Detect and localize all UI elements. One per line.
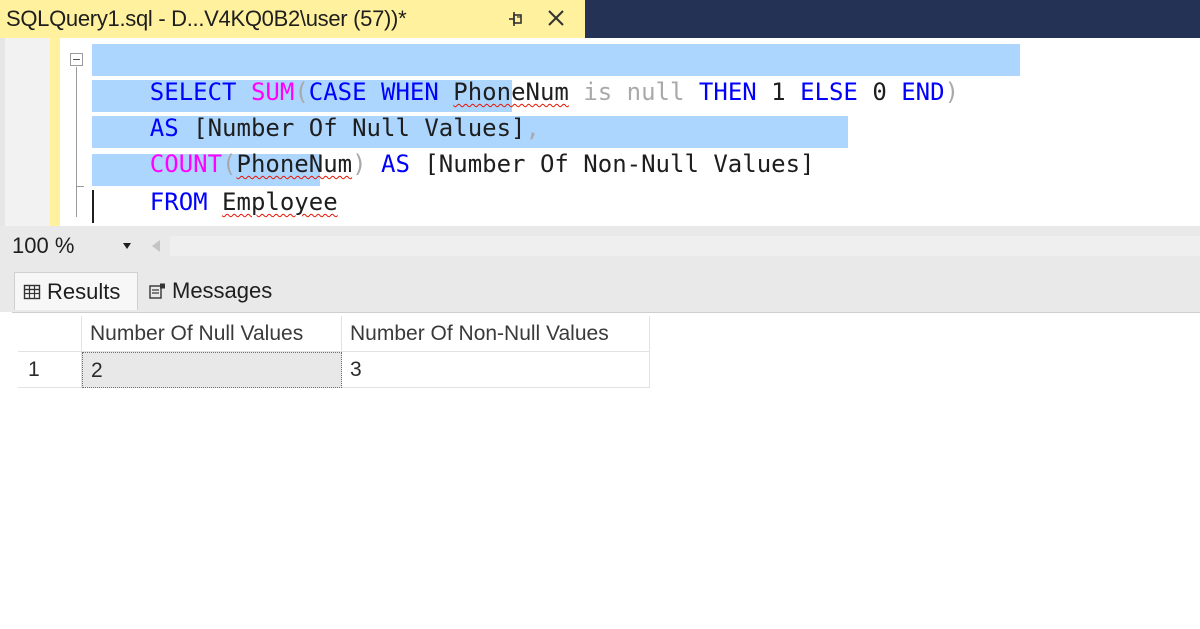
code-token: ) — [944, 78, 960, 106]
chevron-down-icon[interactable] — [122, 242, 132, 250]
code-token: , — [525, 114, 540, 142]
messages-icon — [149, 283, 165, 299]
code-token: ELSE — [800, 78, 858, 106]
collapse-region-icon[interactable] — [70, 53, 83, 66]
scroll-left-icon[interactable] — [150, 238, 162, 254]
code-token: AS — [381, 150, 410, 178]
column-header[interactable]: Number Of Null Values — [82, 316, 342, 352]
code-token: COUNT — [149, 150, 223, 178]
document-tab[interactable]: SQLQuery1.sql - D...V4KQ0B2\user (57))* — [0, 0, 585, 38]
selection-highlight — [92, 44, 1020, 76]
code-token: ( — [294, 78, 309, 106]
outline-line — [76, 67, 77, 217]
grid-cell[interactable]: 3 — [342, 352, 650, 388]
outline-tick — [76, 186, 84, 187]
code-token: FROM — [149, 188, 208, 216]
document-tab-title: SQLQuery1.sql - D...V4KQ0B2\user (57))* — [6, 6, 407, 31]
tab-results[interactable]: Results — [14, 272, 138, 310]
code-token: ) — [352, 150, 367, 178]
zoom-dropdown[interactable]: 100 % — [8, 231, 136, 261]
change-tracking-bar — [50, 38, 60, 226]
code-token: ( — [222, 150, 237, 178]
code-token: CASE — [308, 78, 367, 106]
code-token: is null — [583, 78, 685, 106]
code-token: WHEN — [381, 78, 439, 106]
zoom-value: 100 % — [12, 233, 75, 258]
horizontal-scrollbar[interactable] — [170, 236, 1200, 256]
code-token: [Number Of Null Values] — [178, 114, 526, 142]
grid-cell[interactable]: 2 — [82, 352, 342, 388]
code-token: SUM — [250, 78, 295, 106]
close-icon[interactable] — [544, 6, 568, 30]
grid-icon — [23, 284, 41, 299]
row-number[interactable]: 1 — [18, 352, 82, 388]
code-line-1[interactable]: SELECT SUM(CASE WHEN PhoneNum is null TH… — [92, 44, 1020, 106]
code-token: 1 — [756, 78, 801, 106]
code-token: PhoneNum — [453, 78, 569, 106]
tab-messages[interactable]: Messages — [142, 272, 292, 310]
code-token: SELECT — [149, 78, 237, 106]
grid-corner[interactable] — [18, 316, 82, 352]
code-token: Employee — [222, 188, 338, 216]
code-token: END — [901, 78, 945, 106]
tab-results-label: Results — [47, 278, 121, 304]
pin-icon[interactable] — [507, 9, 527, 29]
query-editor[interactable]: SELECT SUM(CASE WHEN PhoneNum is null TH… — [0, 38, 1200, 226]
text-caret — [92, 190, 94, 223]
code-token: AS — [149, 114, 179, 142]
code-token: PhoneNum — [236, 150, 353, 178]
tab-messages-label: Messages — [172, 278, 273, 303]
code-token: [Number Of Non-Null Values] — [409, 150, 815, 178]
code-token: THEN — [698, 78, 757, 106]
code-token: 0 — [857, 78, 902, 106]
column-header[interactable]: Number Of Non-Null Values — [342, 316, 650, 352]
line-number-margin — [5, 38, 50, 226]
